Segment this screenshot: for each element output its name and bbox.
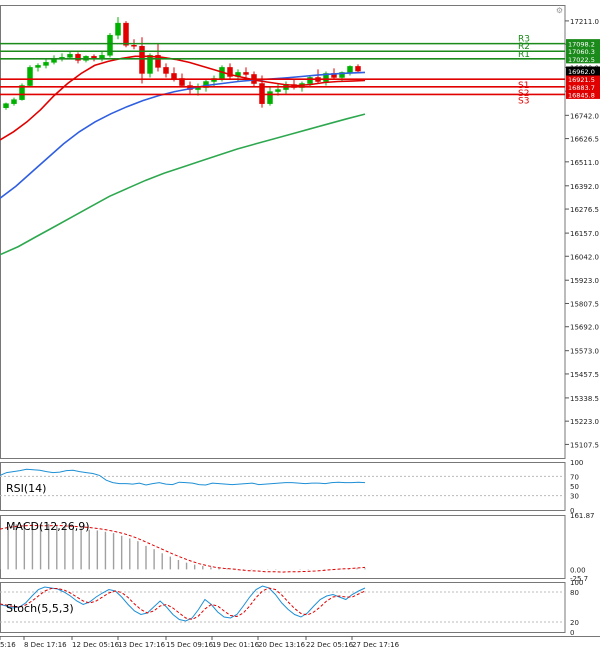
candle-body: [347, 66, 353, 73]
stoch-panel-frame: [0, 582, 566, 633]
candle-body: [243, 72, 249, 75]
trading-chart-svg[interactable]: 17211.017095.516980.016862.016742.016626…: [0, 0, 600, 655]
candle-body: [163, 67, 169, 74]
trading-chart-window: 17211.017095.516980.016862.016742.016626…: [0, 0, 600, 655]
candle-body: [67, 54, 73, 58]
time-tick-label: 12 Dec 05:16: [72, 641, 120, 649]
time-tick-label: 27 Dec 17:16: [352, 641, 400, 649]
candle-body: [123, 22, 129, 46]
candle-body: [19, 85, 25, 100]
candle-body: [307, 77, 313, 84]
price-tick-label: 15223.0: [570, 418, 599, 426]
candle-body: [11, 99, 17, 104]
ma-slow-line: [0, 113, 366, 256]
level-name-r1: R1: [518, 50, 530, 60]
price-tick-label: 15457.5: [570, 371, 599, 379]
rsi-tick-label: 70: [570, 473, 579, 481]
time-tick-label: 8 Dec 17:16: [24, 641, 67, 649]
macd-label: MACD(12,26,9): [6, 520, 90, 533]
level-price-label: 17022.5: [568, 56, 595, 64]
time-tick-label: 5:16: [0, 641, 16, 649]
candle-body: [139, 46, 145, 74]
rsi-panel-frame: [0, 462, 566, 511]
candle-body: [99, 55, 105, 59]
rsi-line: [0, 468, 366, 486]
candle-body: [3, 103, 9, 108]
time-tick-label: 13 Dec 17:16: [118, 641, 166, 649]
time-tick-label: 19 Dec 01:16: [212, 641, 260, 649]
candle-body: [147, 55, 153, 74]
candle-body: [107, 34, 113, 56]
candle-body: [275, 89, 281, 92]
candle-body: [27, 67, 33, 86]
rsi-tick-label: 30: [570, 493, 579, 501]
price-tick-label: 16276.5: [570, 206, 599, 214]
time-tick-label: 20 Dec 13:16: [258, 641, 306, 649]
level-price-label: 16845.8: [568, 91, 595, 99]
candle-body: [355, 66, 361, 72]
price-tick-label: 17211.0: [570, 18, 599, 26]
macd-tick-label: 0.00: [570, 566, 586, 574]
stoch-tick-label: 80: [570, 589, 579, 597]
time-tick-label: 22 Dec 05:16: [306, 641, 354, 649]
time-tick-label: 15 Dec 09:16: [166, 641, 214, 649]
price-panel-frame: [0, 5, 566, 459]
stoch-tick-label: 100: [570, 579, 583, 587]
rsi-label: RSI(14): [6, 482, 46, 495]
rsi-tick-label: 50: [570, 483, 579, 491]
price-tick-label: 15807.5: [570, 300, 599, 308]
price-tick-label: 16157.0: [570, 230, 599, 238]
rsi-tick-label: 100: [570, 459, 583, 467]
price-tick-label: 15107.5: [570, 441, 599, 449]
candle-body: [267, 91, 273, 104]
level-name-s3: S3: [518, 96, 529, 106]
candle-body: [171, 73, 177, 79]
stoch-tick-label: 20: [570, 619, 579, 627]
price-tick-label: 15923.0: [570, 277, 599, 285]
price-tick-label: 16511.0: [570, 159, 599, 167]
ma-mid-line: [0, 71, 366, 199]
candle-body: [131, 45, 137, 47]
price-tick-label: 16042.0: [570, 253, 599, 261]
price-tick-label: 15573.0: [570, 348, 599, 356]
price-tick-label: 15692.0: [570, 324, 599, 332]
stoch-tick-label: 0: [570, 629, 574, 637]
panel-menu-icon: ⚙: [556, 6, 563, 15]
candle-body: [35, 65, 41, 68]
stoch-label: Stoch(5,5,3): [6, 602, 74, 615]
macd-tick-label: 161.87: [570, 512, 595, 520]
price-tick-label: 16626.5: [570, 136, 599, 144]
current-price-label: 16962.0: [568, 68, 595, 76]
price-tick-label: 16392.0: [570, 183, 599, 191]
price-tick-label: 15338.5: [570, 395, 599, 403]
ma-fast-line: [0, 55, 366, 141]
price-tick-label: 16742.0: [570, 112, 599, 120]
candle-body: [115, 22, 121, 36]
candle-body: [43, 62, 49, 66]
candle-body: [91, 56, 97, 59]
